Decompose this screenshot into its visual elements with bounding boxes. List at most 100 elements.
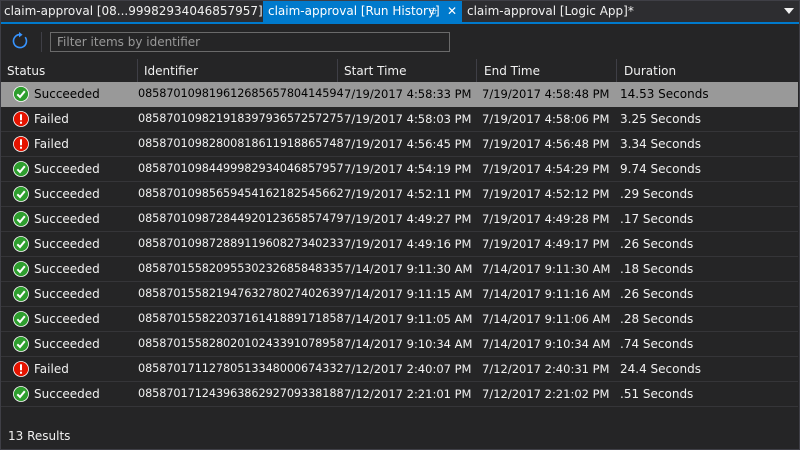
column-divider[interactable] <box>476 59 477 83</box>
start-time-cell: 7/19/2017 4:56:45 PM <box>344 137 472 151</box>
duration-cell: 14.53 Seconds <box>620 87 709 101</box>
column-divider[interactable] <box>337 59 338 83</box>
identifier-cell: 08587010982191839793657257275 <box>138 112 344 125</box>
success-check-icon <box>13 311 29 327</box>
end-time-cell: 7/19/2017 4:58:06 PM <box>482 112 610 126</box>
error-icon <box>13 361 29 377</box>
start-time-cell: 7/12/2017 2:21:01 PM <box>344 387 472 401</box>
error-icon <box>13 136 29 152</box>
duration-cell: .29 Seconds <box>620 187 694 201</box>
table-row[interactable]: Succeeded 08587017124396386292709338188 7/… <box>1 382 798 407</box>
start-time-cell: 7/19/2017 4:58:03 PM <box>344 112 472 126</box>
success-check-icon <box>13 386 29 402</box>
end-time-cell: 7/19/2017 4:49:17 PM <box>482 237 610 251</box>
success-check-icon <box>13 286 29 302</box>
end-time-cell: 7/19/2017 4:58:48 PM <box>482 87 610 101</box>
column-header-start-time[interactable]: Start Time <box>344 59 407 83</box>
end-time-cell: 7/14/2017 9:10:34 AM <box>482 337 611 351</box>
success-check-icon <box>13 336 29 352</box>
duration-cell: .74 Seconds <box>620 337 694 351</box>
duration-cell: .26 Seconds <box>620 287 694 301</box>
table-row[interactable]: Succeeded 08587015582203716141889171858 7/… <box>1 307 798 332</box>
end-time-cell: 7/19/2017 4:52:12 PM <box>482 187 610 201</box>
status-cell: Succeeded <box>34 87 100 101</box>
column-divider[interactable] <box>137 59 138 83</box>
identifier-cell: 08587017112780513348000674332 <box>138 362 344 375</box>
start-time-cell: 7/14/2017 9:11:15 AM <box>344 287 473 301</box>
duration-cell: 9.74 Seconds <box>620 162 701 176</box>
column-header-duration[interactable]: Duration <box>624 59 676 83</box>
grid-header: Status Identifier Start Time End Time Du… <box>1 59 798 83</box>
duration-cell: 3.34 Seconds <box>620 137 701 151</box>
identifier-cell: 08587015582194763278027402639 <box>138 287 344 300</box>
tab-run-history[interactable]: claim-approval [Run History] ⯐ ✕ <box>263 1 462 22</box>
tab-run-history-label: claim-approval [Run History] <box>268 4 440 18</box>
success-check-icon <box>13 236 29 252</box>
identifier-cell: 08587017124396386292709338188 <box>138 387 344 400</box>
status-cell: Succeeded <box>34 262 100 276</box>
start-time-cell: 7/19/2017 4:52:11 PM <box>344 187 472 201</box>
table-row[interactable]: Succeeded 08587010981961268565780414594 7/… <box>1 82 798 107</box>
table-row[interactable]: Succeeded 08587010985659454162182545662 7/… <box>1 182 798 207</box>
table-row[interactable]: Succeeded 08587015582802010243391078958 7/… <box>1 332 798 357</box>
start-time-cell: 7/19/2017 4:49:27 PM <box>344 212 472 226</box>
refresh-icon[interactable] <box>10 31 30 51</box>
column-header-end-time[interactable]: End Time <box>484 59 540 83</box>
duration-cell: .17 Seconds <box>620 212 694 226</box>
status-cell: Succeeded <box>34 387 100 401</box>
table-row[interactable]: Succeeded 08587010987284492012365857479 7/… <box>1 207 798 232</box>
identifier-cell: 08587010984499982934046857957 <box>138 162 344 175</box>
tab-run-detail[interactable]: claim-approval [08...99982934046857957] <box>4 1 263 22</box>
duration-cell: 24.4 Seconds <box>620 362 701 376</box>
success-check-icon <box>13 86 29 102</box>
identifier-cell: 08587010987288911960827340233 <box>138 237 344 250</box>
status-cell: Succeeded <box>34 212 100 226</box>
identifier-cell: 08587015582802010243391078958 <box>138 337 344 350</box>
status-cell: Succeeded <box>34 312 100 326</box>
end-time-cell: 7/12/2017 2:21:02 PM <box>482 387 610 401</box>
table-row[interactable]: Succeeded 08587010987288911960827340233 7/… <box>1 232 798 257</box>
table-row[interactable]: Succeeded 08587010984499982934046857957 7/… <box>1 157 798 182</box>
column-header-identifier[interactable]: Identifier <box>144 59 198 83</box>
table-row[interactable]: Failed 08587010982191839793657257275 7/19/… <box>1 107 798 132</box>
column-divider[interactable] <box>616 59 617 83</box>
column-header-status[interactable]: Status <box>7 59 45 83</box>
success-check-icon <box>13 211 29 227</box>
success-check-icon <box>13 261 29 277</box>
end-time-cell: 7/12/2017 2:40:31 PM <box>482 362 610 376</box>
status-cell: Failed <box>34 362 69 376</box>
table-row[interactable]: Succeeded 08587015582095530232685848335 7/… <box>1 257 798 282</box>
status-cell: Succeeded <box>34 287 100 301</box>
status-cell: Failed <box>34 137 69 151</box>
end-time-cell: 7/19/2017 4:49:28 PM <box>482 212 610 226</box>
start-time-cell: 7/14/2017 9:11:05 AM <box>344 312 473 326</box>
start-time-cell: 7/12/2017 2:40:07 PM <box>344 362 472 376</box>
identifier-cell: 08587010985659454162182545662 <box>138 187 344 200</box>
start-time-cell: 7/19/2017 4:58:33 PM <box>344 87 472 101</box>
success-check-icon <box>13 186 29 202</box>
end-time-cell: 7/19/2017 4:56:48 PM <box>482 137 610 151</box>
results-count: 13 Results <box>8 429 71 443</box>
identifier-cell: 08587010982800818611918865748 <box>138 137 344 150</box>
error-icon <box>13 111 29 127</box>
table-row[interactable]: Failed 08587010982800818611918865748 7/19/… <box>1 132 798 157</box>
duration-cell: .26 Seconds <box>620 237 694 251</box>
chevron-down-icon[interactable] <box>784 8 794 14</box>
table-row[interactable]: Failed 08587017112780513348000674332 7/12/… <box>1 357 798 382</box>
toolbar-separator <box>41 32 42 52</box>
status-cell: Succeeded <box>34 237 100 251</box>
filter-input[interactable] <box>50 32 450 52</box>
status-cell: Succeeded <box>34 162 100 176</box>
end-time-cell: 7/14/2017 9:11:16 AM <box>482 287 611 301</box>
start-time-cell: 7/19/2017 4:54:19 PM <box>344 162 472 176</box>
end-time-cell: 7/19/2017 4:54:29 PM <box>482 162 610 176</box>
start-time-cell: 7/19/2017 4:49:16 PM <box>344 237 472 251</box>
close-icon[interactable]: ✕ <box>447 1 457 22</box>
run-history-table: Succeeded 08587010981961268565780414594 7/… <box>1 82 798 407</box>
start-time-cell: 7/14/2017 9:11:30 AM <box>344 262 473 276</box>
pin-icon[interactable]: ⯐ <box>429 1 437 22</box>
end-time-cell: 7/14/2017 9:11:06 AM <box>482 312 611 326</box>
table-row[interactable]: Succeeded 08587015582194763278027402639 7/… <box>1 282 798 307</box>
tab-logic-app[interactable]: claim-approval [Logic App]* <box>467 1 634 22</box>
start-time-cell: 7/14/2017 9:10:34 AM <box>344 337 473 351</box>
